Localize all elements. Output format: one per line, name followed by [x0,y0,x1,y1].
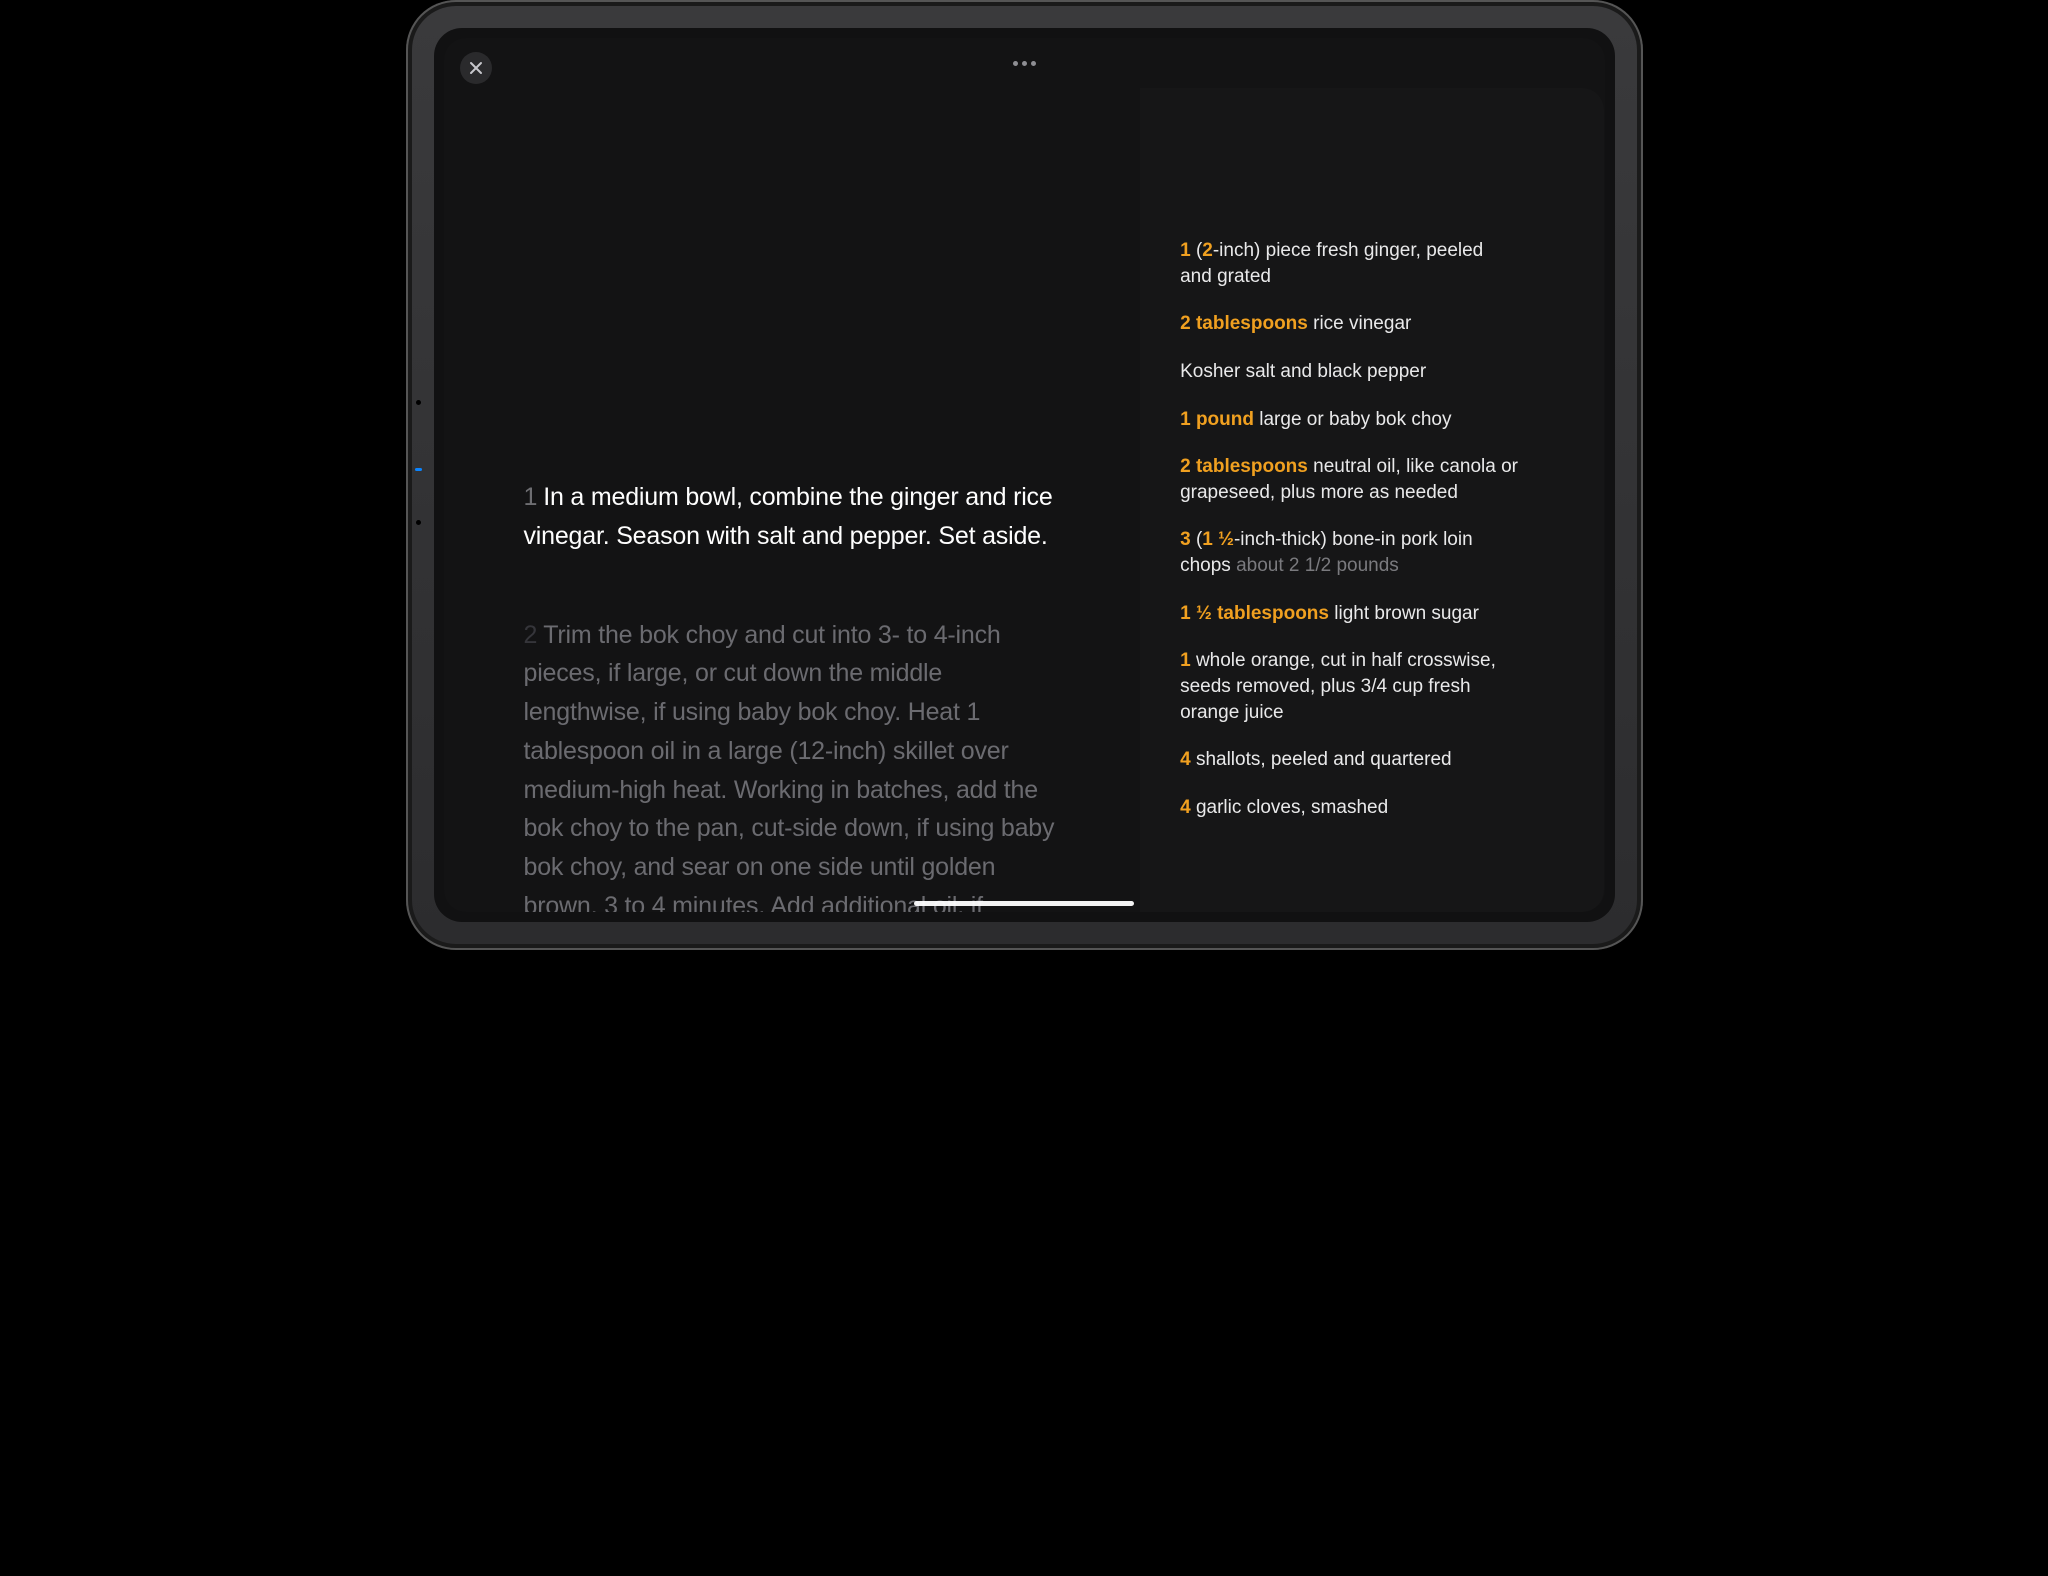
ipad-frame: 1In a medium bowl, combine the ginger an… [406,0,1643,950]
more-button[interactable] [1013,61,1036,66]
close-icon [469,61,483,75]
home-indicator[interactable] [914,901,1134,906]
ingredient-quantity: 2 [1202,240,1213,261]
ingredient-item[interactable]: 1 (2-inch) piece fresh ginger, peeled an… [1180,238,1520,289]
ingredient-item[interactable]: 2 tablespoons rice vinegar [1180,311,1520,337]
ellipsis-icon [1031,61,1036,66]
close-button[interactable] [460,52,492,84]
ellipsis-icon [1013,61,1018,66]
ellipsis-icon [1022,61,1027,66]
topbar [444,38,1605,88]
ingredient-text: whole orange, cut in half crosswise, see… [1180,650,1496,722]
steps-panel[interactable]: 1In a medium bowl, combine the ginger an… [444,88,1141,912]
device-sensor [415,468,422,471]
ingredient-quantity: 2 tablespoons [1180,313,1308,334]
ingredient-text: ( [1191,240,1203,261]
ingredient-text: light brown sugar [1329,603,1479,624]
ingredient-item[interactable]: 4 shallots, peeled and quartered [1180,747,1520,773]
step-number: 1 [524,483,538,511]
ingredient-text: rice vinegar [1308,313,1412,334]
device-sensor [416,400,421,405]
ingredient-item[interactable]: Kosher salt and black pepper [1180,359,1520,385]
content-split: 1In a medium bowl, combine the ginger an… [444,88,1605,912]
ingredient-text: ( [1191,529,1203,550]
ingredient-text: -inch) piece fresh ginger, peeled and gr… [1180,240,1483,287]
step-text: In a medium bowl, combine the ginger and… [524,483,1053,550]
ingredient-quantity: 1 ½ tablespoons [1180,603,1329,624]
ingredient-item[interactable]: 1 ½ tablespoons light brown sugar [1180,601,1520,627]
ingredient-text: garlic cloves, smashed [1191,797,1388,818]
ingredient-text: large or baby bok choy [1254,409,1452,430]
ingredient-quantity: 2 tablespoons [1180,456,1308,477]
ingredient-item[interactable]: 1 whole orange, cut in half crosswise, s… [1180,648,1520,725]
ingredient-item[interactable]: 4 garlic cloves, smashed [1180,795,1520,821]
ingredient-quantity: 3 [1180,529,1191,550]
ingredient-item[interactable]: 2 tablespoons neutral oil, like canola o… [1180,454,1520,505]
step-number: 2 [524,621,538,649]
ingredient-quantity: 1 [1180,240,1191,261]
recipe-step[interactable]: 1In a medium bowl, combine the ginger an… [524,478,1071,556]
ingredient-quantity: 4 [1180,797,1191,818]
ingredient-text: Kosher salt and black pepper [1180,361,1426,382]
ingredient-item[interactable]: 3 (1 ½-inch-thick) bone-in pork loin cho… [1180,527,1520,578]
ingredient-quantity: 1 [1180,650,1191,671]
ingredient-note: about 2 1/2 pounds [1236,555,1399,576]
ingredient-item[interactable]: 1 pound large or baby bok choy [1180,407,1520,433]
recipe-app: 1In a medium bowl, combine the ginger an… [444,38,1605,912]
ingredients-panel[interactable]: 1 (2-inch) piece fresh ginger, peeled an… [1140,88,1604,912]
ingredient-quantity: 4 [1180,749,1191,770]
ingredient-quantity: 1 ½ [1202,529,1234,550]
screen: 1In a medium bowl, combine the ginger an… [434,28,1615,922]
recipe-step[interactable]: 2Trim the bok choy and cut into 3- to 4-… [524,616,1071,913]
ingredient-quantity: 1 pound [1180,409,1254,430]
ingredient-text: shallots, peeled and quartered [1191,749,1452,770]
device-sensor [416,520,421,525]
step-text: Trim the bok choy and cut into 3- to 4-i… [524,621,1059,913]
